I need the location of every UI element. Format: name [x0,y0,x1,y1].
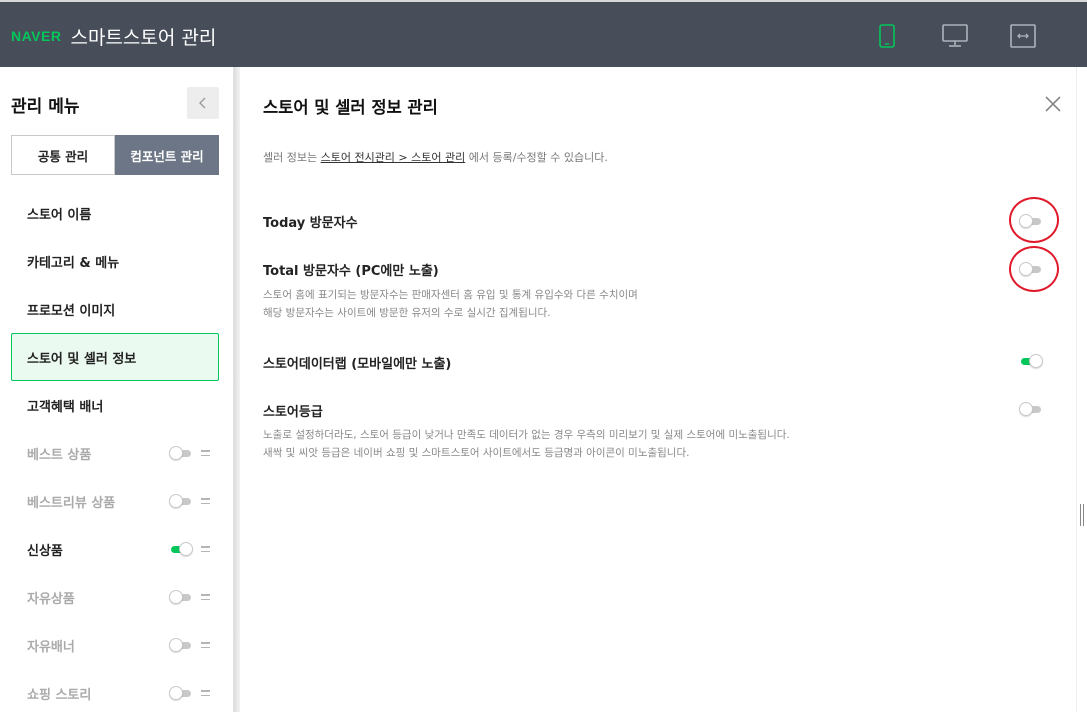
sidebar-item-label: 자유상품 [27,591,75,607]
desktop-view-icon [942,24,968,47]
sidebar-item-label: 베스트 상품 [27,447,92,463]
top-bar: NAVER 스마트스토어 관리 [0,0,1087,67]
sidebar-item-label: 베스트리뷰 상품 [27,495,116,511]
sidebar-title: 관리 메뉴 [11,97,80,117]
close-icon [1045,96,1061,112]
best-products-toggle[interactable] [169,446,193,460]
drag-handle-icon[interactable] [201,497,210,505]
highlight-circle [1009,246,1059,292]
sidebar-item-best-products[interactable]: 베스트 상품 [11,429,219,477]
sidebar-item-category-menu[interactable]: 카테고리 & 메뉴 [11,237,219,285]
sidebar-item-store-seller-info[interactable]: 스토어 및 셀러 정보 [11,333,219,381]
close-button[interactable] [1043,94,1063,114]
drag-handle-icon[interactable] [201,545,210,553]
app-title: 스마트스토어 관리 [70,26,217,49]
drag-handle-icon[interactable] [201,449,210,457]
naver-logo: NAVER [11,28,62,44]
sidebar-item-label: 프로모션 이미지 [27,303,116,319]
sidebar-item-label: 신상품 [27,543,63,559]
highlight-circle [1009,197,1059,243]
sidebar-item-label: 자유배너 [27,639,75,655]
option-total-visitors-label: Total 방문자수 (PC에만 노출) [263,264,439,279]
sidebar-item-new-products[interactable]: 신상품 [11,525,219,573]
shopping-story-toggle[interactable] [169,686,193,700]
option-store-grade-description: 노출로 설정하더라도, 스토어 등급이 낮거나 만족도 데이터가 없는 경우 우… [263,429,790,459]
sidebar-item-best-review-products[interactable]: 베스트리뷰 상품 [11,477,219,525]
option-store-datalab-label: 스토어데이터랩 (모바일에만 노출) [263,357,452,372]
sidebar-item-label: 스토어 및 셀러 정보 [27,351,137,367]
sidebar-item-store-name[interactable]: 스토어 이름 [11,189,219,237]
settings-panel: 스토어 및 셀러 정보 관리 셀러 정보는 스토어 전시관리 > 스토어 관리 … [240,67,1076,712]
sidebar-tabs: 공통 관리 컴포넌트 관리 [11,135,219,175]
option-store-grade-label: 스토어등급 [263,405,323,420]
scroll-grip-icon[interactable] [1080,504,1084,526]
sidebar-item-label: 고객혜택 배너 [27,399,104,415]
sidebar-item-label: 카테고리 & 메뉴 [27,255,120,271]
option-today-visitors-label: Today 방문자수 [263,216,358,231]
sidebar-item-shopping-story[interactable]: 쇼핑 스토리 [11,669,219,717]
tab-component-management[interactable]: 컴포넌트 관리 [115,135,219,175]
sidebar-item-label: 스토어 이름 [27,207,92,223]
full-width-view-button[interactable] [1009,22,1037,50]
sidebar-item-free-banner[interactable]: 자유배너 [11,621,219,669]
desktop-view-button[interactable] [941,22,969,50]
drag-handle-icon[interactable] [201,641,210,649]
store-management-link[interactable]: 스토어 전시관리 > 스토어 관리 [321,151,466,164]
drag-handle-icon[interactable] [201,593,210,601]
sidebar-item-promotion-image[interactable]: 프로모션 이미지 [11,285,219,333]
option-total-visitors-description: 스토어 홈에 표기되는 방문자수는 판매자센터 홈 유입 및 통계 유입수와 다… [263,289,638,319]
sidebar-menu: 스토어 이름 카테고리 & 메뉴 프로모션 이미지 스토어 및 셀러 정보 고객… [11,189,219,717]
drag-handle-icon[interactable] [201,689,210,697]
sidebar: 관리 메뉴 공통 관리 컴포넌트 관리 스토어 이름 카테고리 & 메뉴 프로모… [0,67,234,712]
free-products-toggle[interactable] [169,590,193,604]
best-review-products-toggle[interactable] [169,494,193,508]
store-grade-toggle[interactable] [1019,402,1043,416]
sidebar-item-customer-benefit-banner[interactable]: 고객혜택 배너 [11,381,219,429]
sidebar-item-label: 쇼핑 스토리 [27,687,92,703]
panel-title: 스토어 및 셀러 정보 관리 [263,98,438,117]
chevron-left-icon [199,97,206,109]
seller-info-notice: 셀러 정보는 스토어 전시관리 > 스토어 관리 에서 등록/수정할 수 있습니… [263,151,608,164]
full-width-icon [1010,24,1036,48]
tab-common-management[interactable]: 공통 관리 [11,135,115,175]
new-products-toggle[interactable] [169,542,193,556]
sidebar-item-free-products[interactable]: 자유상품 [11,573,219,621]
mobile-view-button[interactable] [873,22,901,50]
mobile-view-icon [879,24,895,48]
collapse-sidebar-button[interactable] [187,87,219,119]
brand: NAVER 스마트스토어 관리 [11,23,216,49]
store-datalab-toggle[interactable] [1019,354,1043,368]
free-banner-toggle[interactable] [169,638,193,652]
scrollbar[interactable] [1076,67,1087,712]
